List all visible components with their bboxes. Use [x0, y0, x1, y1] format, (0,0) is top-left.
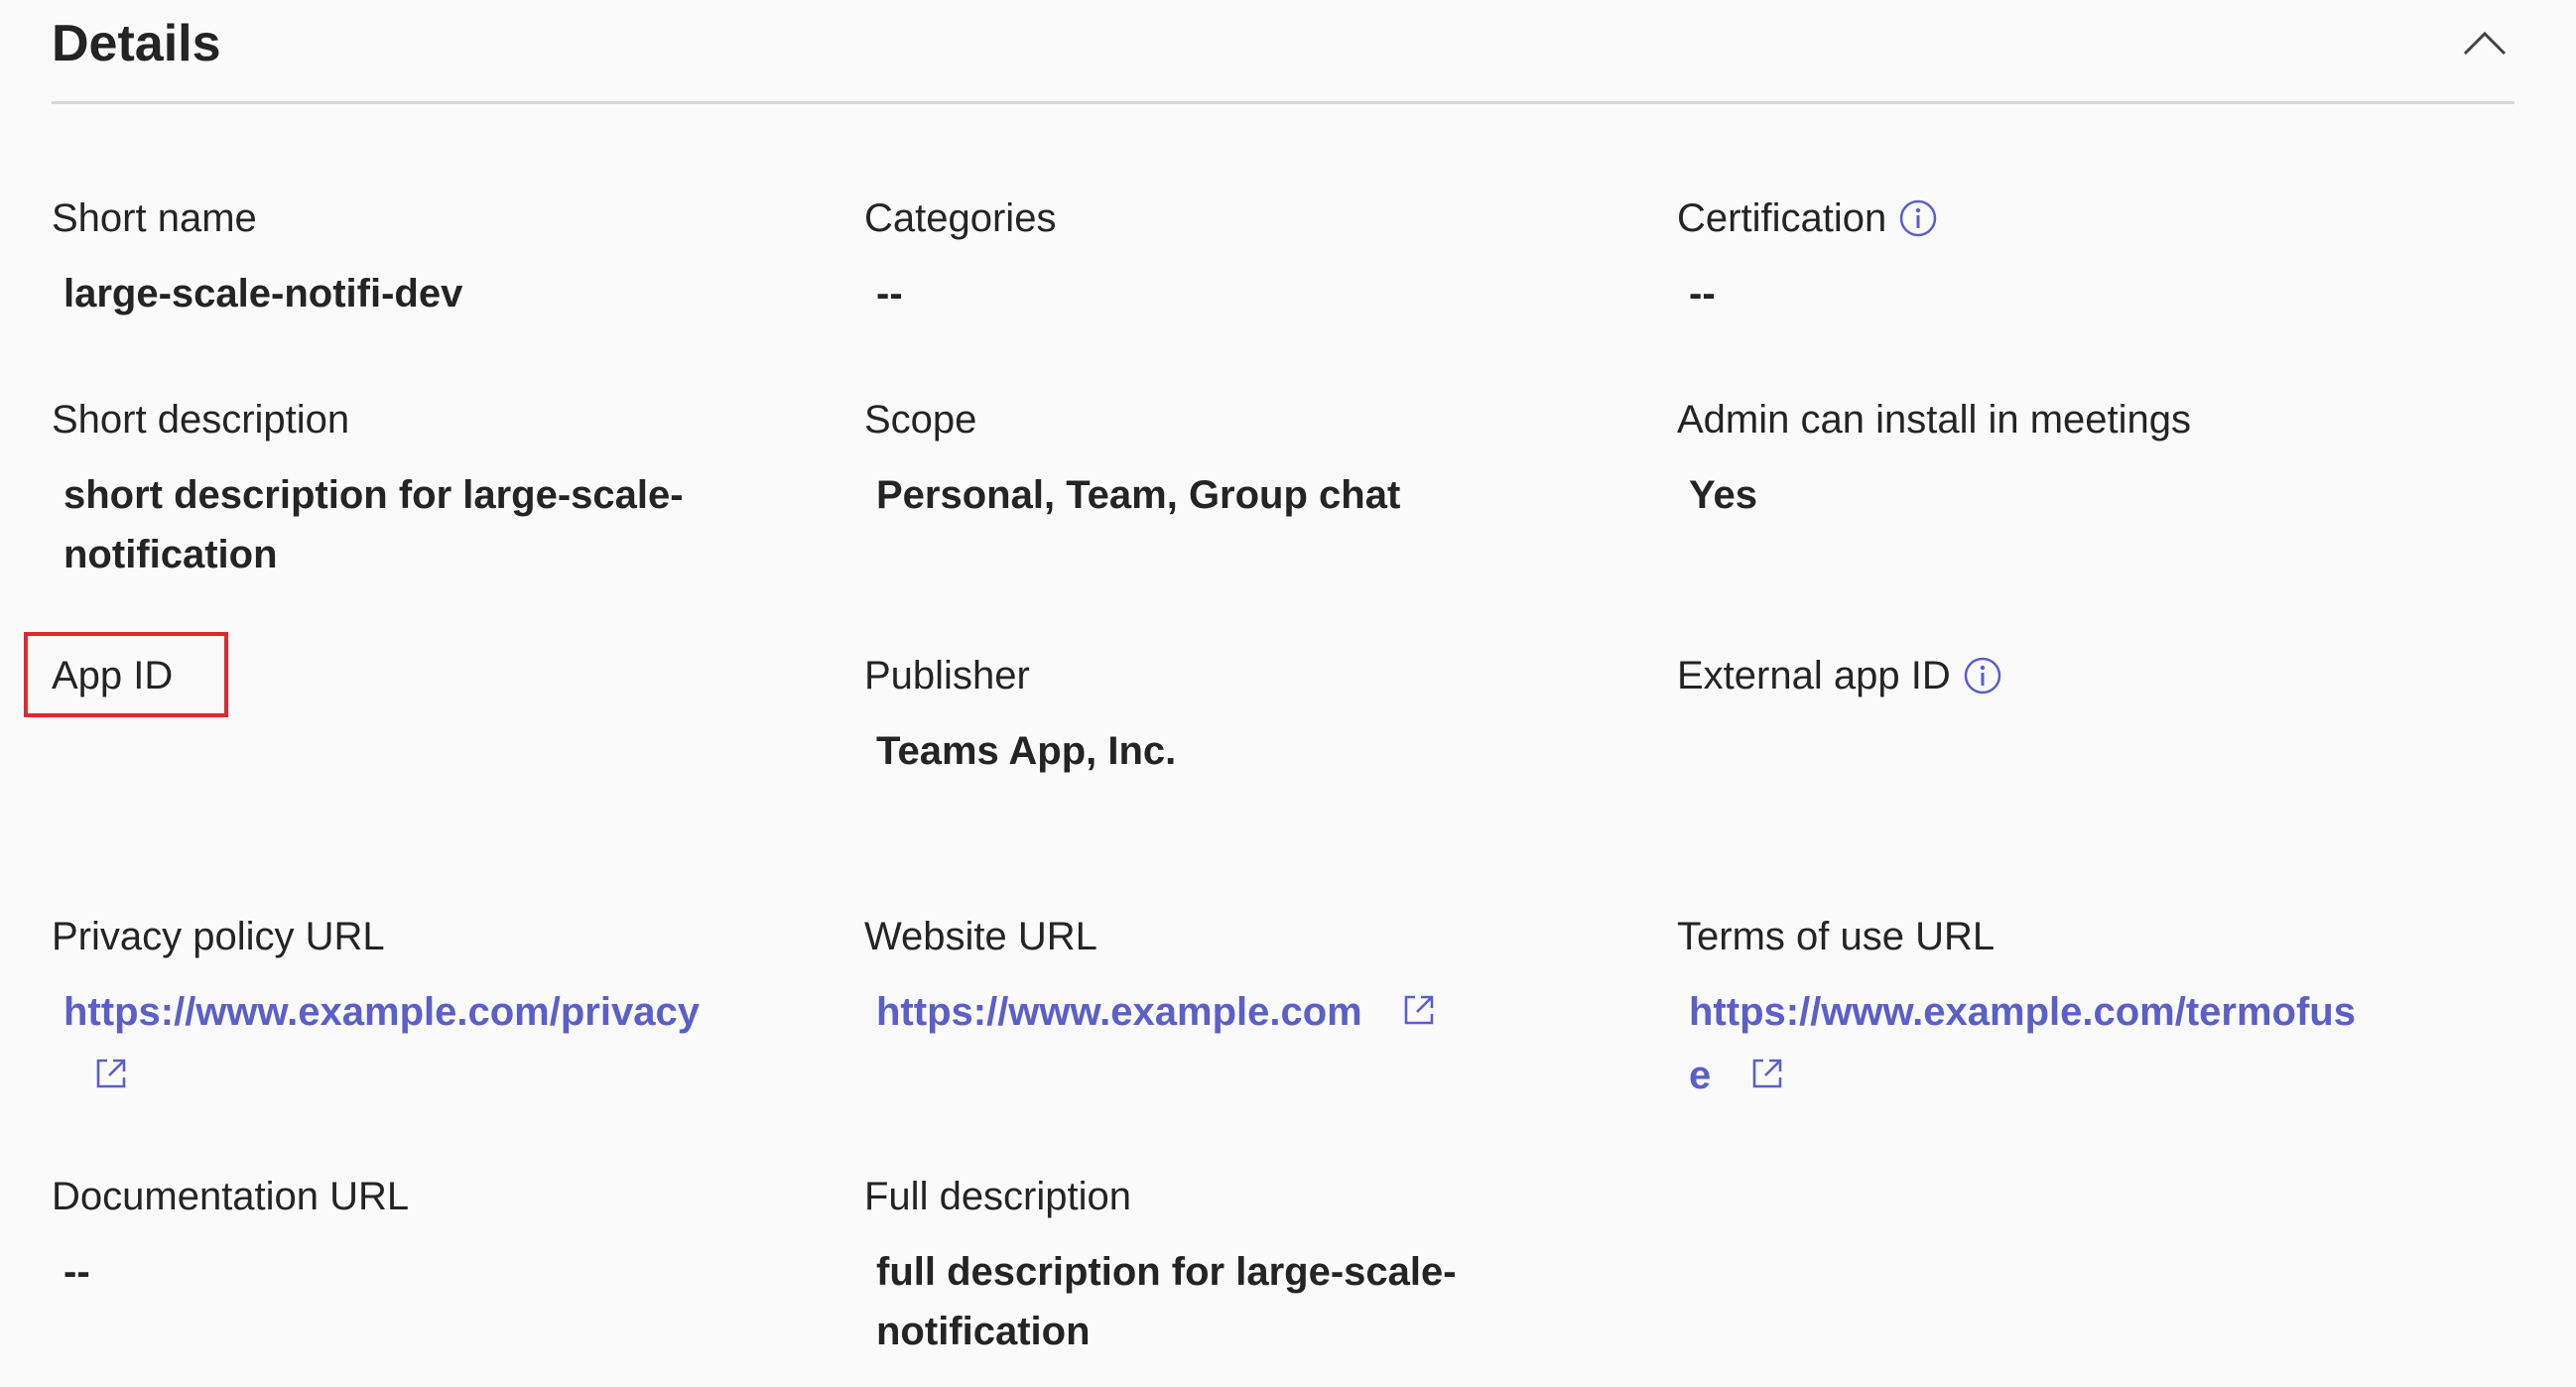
chevron-up-icon — [2463, 31, 2507, 56]
external-app-id-label: External app ID — [1677, 654, 1951, 697]
full-description-label: Full description — [864, 1175, 1132, 1218]
field-full-description: Full description full description for la… — [864, 1171, 1579, 1361]
scope-label: Scope — [864, 398, 977, 441]
field-documentation-url: Documentation URL -- — [52, 1171, 806, 1302]
field-short-description: Short description short description for … — [52, 394, 746, 584]
external-link-icon[interactable] — [93, 1056, 129, 1091]
website-url-label: Website URL — [864, 915, 1097, 958]
short-description-label: Short description — [52, 398, 350, 441]
field-publisher: Publisher Teams App, Inc. — [864, 650, 1618, 781]
full-description-value: full description for large-scale-notific… — [876, 1250, 1457, 1353]
admin-install-label: Admin can install in meetings — [1677, 398, 2192, 441]
external-app-id-label-row: External app ID — [1677, 650, 2471, 701]
terms-url-link[interactable]: https://www.example.com/termofuse — [1689, 980, 2372, 1107]
documentation-url-value: -- — [64, 1250, 90, 1294]
website-url-link[interactable]: https://www.example.com — [876, 980, 1618, 1044]
field-external-app-id: External app ID — [1677, 650, 2471, 721]
terms-url-label: Terms of use URL — [1677, 915, 1996, 958]
field-terms-url: Terms of use URL https://www.example.com… — [1677, 911, 2372, 1107]
privacy-url-text[interactable]: https://www.example.com/privacy — [64, 990, 700, 1034]
scope-value: Personal, Team, Group chat — [876, 473, 1401, 517]
documentation-url-label: Documentation URL — [52, 1175, 410, 1218]
field-short-name: Short name large-scale-notifi-dev — [52, 192, 806, 323]
field-certification: Certification -- — [1677, 192, 2471, 323]
external-link-icon[interactable] — [1749, 1056, 1785, 1091]
publisher-label: Publisher — [864, 654, 1030, 697]
categories-label: Categories — [864, 196, 1057, 240]
section-title: Details — [52, 15, 221, 72]
external-link-icon[interactable] — [1401, 992, 1437, 1028]
website-url-text[interactable]: https://www.example.com — [876, 990, 1362, 1034]
collapse-button[interactable] — [2455, 14, 2514, 73]
details-header: Details — [52, 0, 2514, 104]
field-website-url: Website URL https://www.example.com — [864, 911, 1618, 1044]
certification-label-row: Certification — [1677, 192, 2471, 244]
privacy-url-label: Privacy policy URL — [52, 915, 385, 958]
field-privacy-url: Privacy policy URL https://www.example.c… — [52, 911, 766, 1107]
info-icon[interactable] — [1963, 656, 2002, 695]
publisher-value: Teams App, Inc. — [876, 729, 1177, 773]
field-scope: Scope Personal, Team, Group chat — [864, 394, 1618, 525]
field-admin-install: Admin can install in meetings Yes — [1677, 394, 2471, 525]
terms-url-text[interactable]: https://www.example.com/termofuse — [1689, 990, 2356, 1097]
app-id-highlight — [24, 632, 228, 717]
short-name-label: Short name — [52, 196, 257, 240]
admin-install-value: Yes — [1689, 473, 1757, 517]
certification-value: -- — [1689, 272, 1716, 315]
privacy-url-link[interactable]: https://www.example.com/privacy — [64, 980, 766, 1107]
short-description-value: short description for large-scale-notifi… — [64, 473, 684, 576]
certification-label: Certification — [1677, 196, 1887, 240]
categories-value: -- — [876, 272, 903, 315]
short-name-value: large-scale-notifi-dev — [64, 272, 463, 315]
field-categories: Categories -- — [864, 192, 1618, 323]
info-icon[interactable] — [1898, 198, 1938, 238]
